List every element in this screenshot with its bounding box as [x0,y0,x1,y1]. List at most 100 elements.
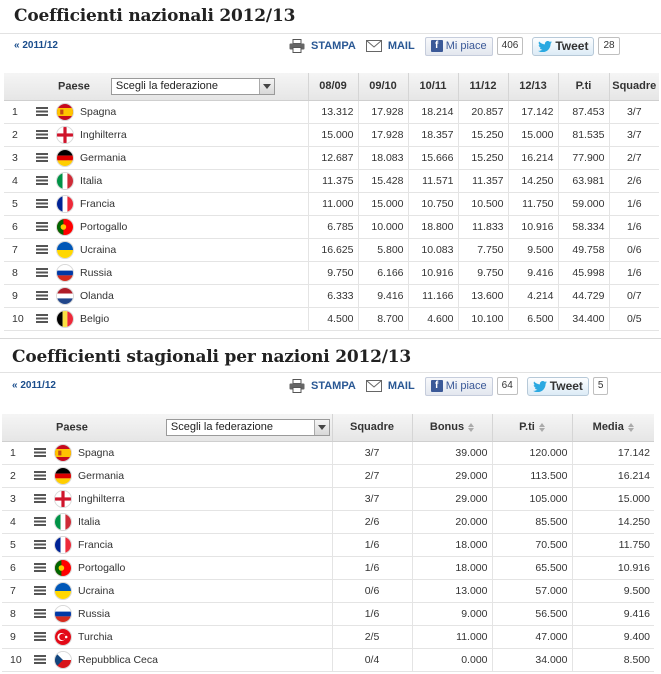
table-row: 4 Italia 2/6 20.000 85.500 14.250 [2,510,654,534]
header-1011[interactable]: 10/11 [407,73,458,101]
facebook-like-button[interactable]: f Mi piace [424,376,493,396]
national-coefficients-table: Paese Scegli la federazione 08/09 09/10 … [4,73,659,331]
season-value-cell: 10.916 [407,261,458,285]
header-1112[interactable]: 11/12 [457,73,508,101]
previous-season-link[interactable]: « 2011/12 [14,40,58,51]
mail-button[interactable]: MAIL [356,40,415,52]
tweet-button[interactable]: Tweet [532,36,595,56]
points-cell: 56.500 [491,602,572,626]
points-cell: 87.453 [557,100,609,124]
country-cell: Repubblica Ceca [30,648,332,672]
country-name[interactable]: Italia [78,516,100,528]
country-name[interactable]: Spagna [80,106,116,118]
rank-cell: 6 [2,556,30,580]
table-row: 6 Portogallo 1/6 18.000 65.500 10.916 [2,556,654,580]
envelope-icon [365,380,382,392]
country-name[interactable]: Russia [78,608,110,620]
teams-cell: 2/7 [331,464,412,488]
country-cell: Spagna [30,441,332,465]
country-name[interactable]: Francia [78,539,113,551]
country-name[interactable]: Spagna [78,447,114,459]
rank-cell: 5 [4,192,32,216]
season-value-cell: 9.416 [357,284,408,308]
header-squadre[interactable]: Squadre [331,414,412,442]
facebook-like-button[interactable]: f Mi piace [424,36,493,56]
country-name[interactable]: Germania [80,152,126,164]
season-value-cell: 14.250 [507,169,558,193]
menu-icon[interactable] [34,494,46,503]
table-row: 6 Portogallo 6.785 10.000 18.800 11.833 10.916… [4,215,659,239]
sort-icon [538,422,545,432]
country-name[interactable]: Francia [80,198,115,210]
header-bonus[interactable]: Bonus [411,414,492,442]
country-name[interactable]: Italia [80,175,102,187]
country-name[interactable]: Repubblica Ceca [78,654,158,666]
mail-button[interactable]: MAIL [356,380,415,392]
menu-icon[interactable] [36,199,48,208]
flag-ger-icon [56,148,74,167]
menu-icon[interactable] [36,245,48,254]
season-value-cell: 16.625 [307,238,358,262]
menu-icon[interactable] [34,471,46,480]
header-pti[interactable]: P.ti [491,414,572,442]
header-0809[interactable]: 08/09 [307,73,358,101]
federation-select[interactable]: Scegli la federazione [110,77,275,95]
menu-icon[interactable] [36,268,48,277]
country-name[interactable]: Russia [80,267,112,279]
federation-select[interactable]: Scegli la federazione [165,418,330,436]
season-value-cell: 15.000 [307,123,358,147]
country-name[interactable]: Portogallo [78,562,125,574]
table-row: 7 Ucraina 16.625 5.800 10.083 7.750 9.500 49.75… [4,238,659,262]
menu-icon[interactable] [36,222,48,231]
teams-cell: 1/6 [331,533,412,557]
country-name[interactable]: Germania [78,470,124,482]
country-name[interactable]: Turchia [78,631,113,643]
country-name[interactable]: Inghilterra [80,129,127,141]
menu-icon[interactable] [34,563,46,572]
header-squadre[interactable]: Squadre [608,73,659,101]
header-pti[interactable]: P.ti [557,73,609,101]
country-cell-content: Repubblica Ceca [30,649,332,671]
menu-icon[interactable] [34,517,46,526]
tweet-button[interactable]: Tweet [526,376,589,396]
rank-cell: 5 [2,533,30,557]
print-button[interactable]: STAMPA [289,39,356,53]
header-media[interactable]: Media [571,414,654,442]
country-cell-content: Ucraina [32,239,308,261]
country-cell: Belgio [32,307,308,331]
menu-icon[interactable] [36,314,48,323]
menu-icon[interactable] [36,291,48,300]
average-cell: 15.000 [571,487,654,511]
menu-icon[interactable] [34,609,46,618]
country-name[interactable]: Inghilterra [78,493,125,505]
country-name[interactable]: Ucraina [78,585,114,597]
menu-icon[interactable] [36,130,48,139]
menu-icon[interactable] [34,448,46,457]
country-cell-content: Germania [32,147,308,169]
country-name[interactable]: Belgio [80,313,109,325]
menu-icon[interactable] [34,655,46,664]
menu-icon[interactable] [36,153,48,162]
menu-icon[interactable] [34,540,46,549]
season-value-cell: 13.312 [307,100,358,124]
menu-icon[interactable] [36,107,48,116]
menu-icon[interactable] [34,632,46,641]
season-value-cell: 6.785 [307,215,358,239]
header-1213[interactable]: 12/13 [507,73,558,101]
season-value-cell: 15.428 [357,169,408,193]
menu-icon[interactable] [34,586,46,595]
country-name[interactable]: Portogallo [80,221,127,233]
teams-cell: 1/6 [331,602,412,626]
header-0910[interactable]: 09/10 [357,73,408,101]
country-name[interactable]: Ucraina [80,244,116,256]
previous-season-link[interactable]: « 2011/12 [12,380,56,391]
menu-icon[interactable] [36,176,48,185]
country-name[interactable]: Olanda [80,290,114,302]
tweet-count: 28 [598,37,620,55]
season-value-cell: 8.700 [357,307,408,331]
country-cell: Germania [32,146,308,170]
header-media-label: Media [592,421,624,434]
flag-ita-icon [54,512,72,531]
season-value-cell: 17.142 [507,100,558,124]
print-button[interactable]: STAMPA [289,379,356,393]
